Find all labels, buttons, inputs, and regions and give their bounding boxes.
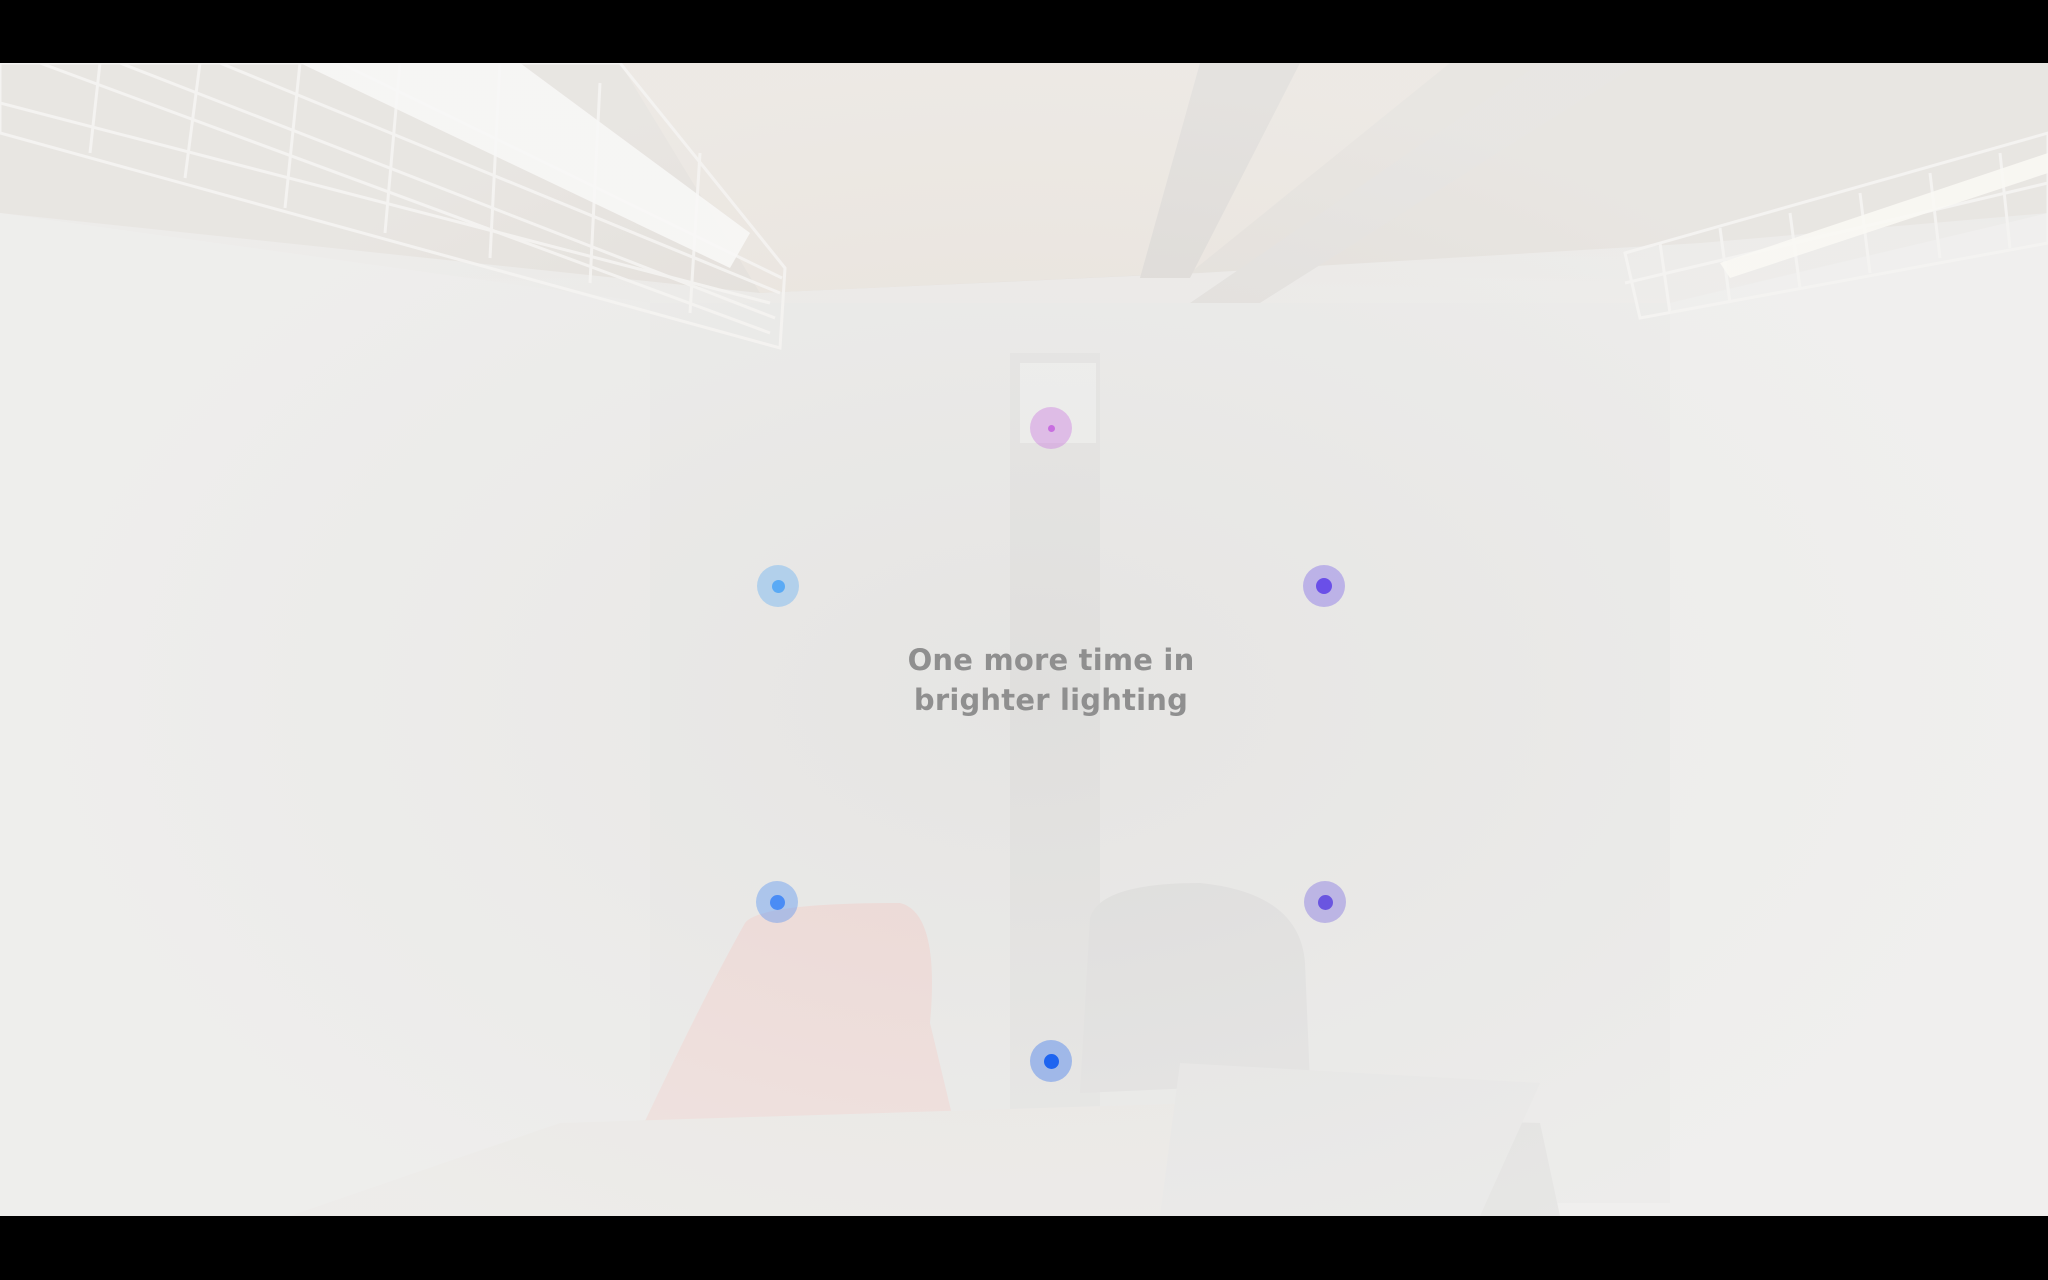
calibration-dot-upper-right[interactable] — [1303, 565, 1345, 607]
calibration-dot-lower-left[interactable] — [756, 881, 798, 923]
calibration-dot-top[interactable] — [1030, 407, 1072, 449]
letterbox-bottom — [0, 1216, 2048, 1280]
calibration-dot-top-core — [1047, 424, 1055, 432]
calibration-dot-upper-left[interactable] — [757, 565, 799, 607]
calibration-prompt-line1: One more time in — [907, 643, 1195, 677]
calibration-dot-upper-right-core — [1316, 578, 1332, 594]
calibration-dot-bottom-core — [1043, 1053, 1059, 1069]
calibration-prompt-line2: brighter lighting — [913, 683, 1189, 717]
calibration-prompt: One more time in brighter lighting — [824, 640, 1278, 720]
calibration-dot-upper-left-core — [771, 579, 785, 593]
letterbox-top — [0, 0, 2048, 63]
calibration-dot-lower-left-core — [769, 894, 785, 910]
calibration-dot-lower-right[interactable] — [1304, 881, 1346, 923]
calibration-dot-bottom[interactable] — [1030, 1040, 1072, 1082]
calibration-dot-lower-right-core — [1317, 894, 1333, 910]
